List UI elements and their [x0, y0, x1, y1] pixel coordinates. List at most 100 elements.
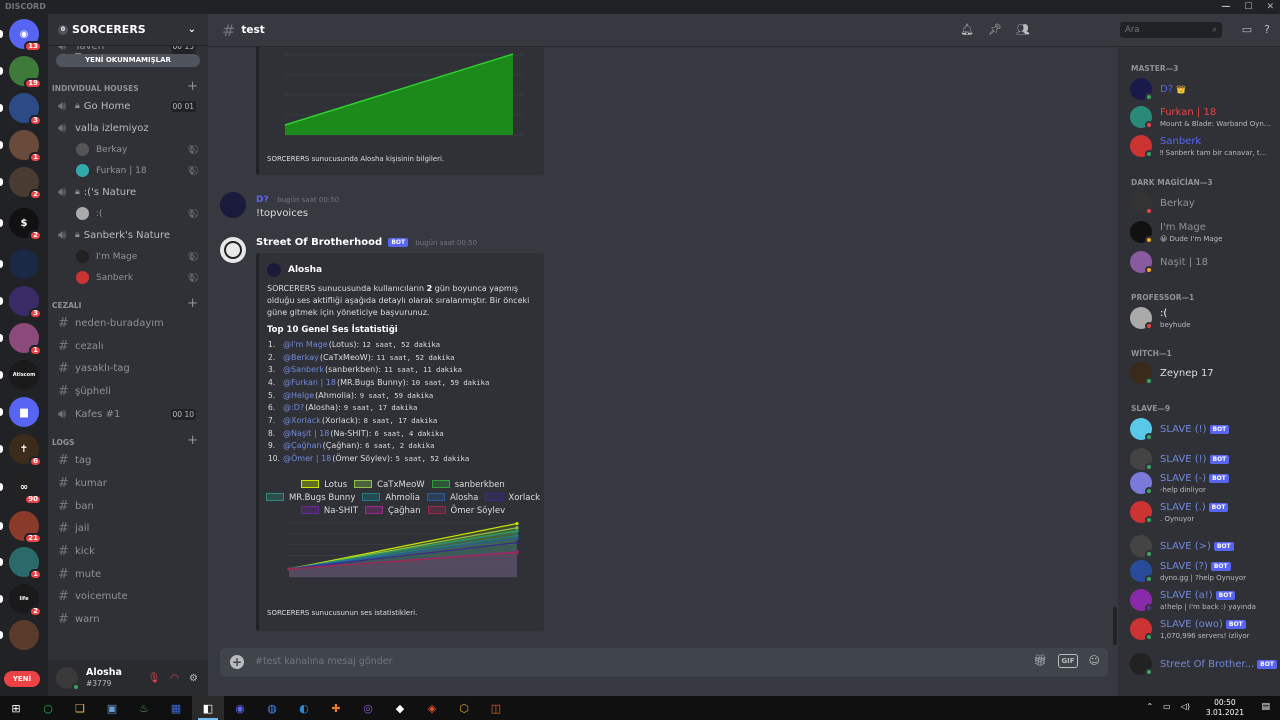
user-mention[interactable]: @Furkan | 18	[283, 378, 336, 387]
text-channel[interactable]: # warn	[48, 608, 208, 631]
member-item[interactable]: SLAVE (?) BOT dyno.gg | ?help Oynuyor	[1130, 557, 1280, 585]
server-icon[interactable]: 3	[9, 286, 42, 319]
server-icon[interactable]: Atiscom	[9, 360, 39, 390]
search-input[interactable]: Ara ⌕	[1120, 22, 1222, 38]
add-channel-icon[interactable]: +	[187, 296, 198, 311]
voice-channel[interactable]: 🔊︎ 🔒︎ Go Home 00 01	[48, 95, 208, 117]
settings-gear-icon[interactable]: ⚙	[189, 673, 198, 684]
add-channel-icon[interactable]: +	[187, 79, 198, 94]
text-channel[interactable]: # yasaklı-tag	[48, 357, 208, 380]
inbox-icon[interactable]: ▭	[1242, 23, 1252, 36]
server-icon[interactable]: ◉ 13	[9, 19, 42, 52]
voice-user[interactable]: Berkay 🎙︎⃠	[48, 139, 208, 160]
deafen-icon[interactable]: ◠	[170, 673, 179, 684]
server-icon[interactable]: 3	[9, 93, 42, 126]
taskbar-app-icon[interactable]: ⊞	[0, 696, 32, 720]
member-item[interactable]: I'm Mage 😀 Dude I'm Mage	[1130, 218, 1280, 246]
taskbar-app-icon[interactable]: ◎	[352, 696, 384, 720]
text-channel[interactable]: 🔊︎ Kafes #1 00 10	[48, 403, 208, 426]
legend-item[interactable]: Ömer Söylev	[427, 505, 505, 516]
legend-item[interactable]: Xorlack	[485, 492, 540, 503]
user-mention[interactable]: @Çağhan	[283, 441, 322, 450]
voice-user[interactable]: Furkan | 18 🎙︎⃠	[48, 160, 208, 181]
category-individual-houses[interactable]: INDIVIDUAL HOUSES +	[48, 79, 208, 95]
member-item[interactable]: Naşit | 18	[1130, 248, 1280, 276]
server-icon[interactable]: 1	[9, 130, 42, 163]
add-channel-icon[interactable]: +	[187, 433, 198, 448]
server-icon[interactable]: 1	[9, 323, 42, 356]
server-icon[interactable]: 21	[9, 511, 42, 544]
legend-item[interactable]: Alosha	[426, 492, 478, 503]
avatar[interactable]	[220, 192, 246, 218]
user-mention[interactable]: @Berkay	[283, 353, 319, 362]
category-logs[interactable]: LOGS +	[48, 433, 208, 449]
user-mention[interactable]: @Naşit | 18	[283, 429, 329, 438]
server-icon[interactable]: $2	[9, 208, 42, 241]
member-item[interactable]: Berkay	[1130, 189, 1280, 217]
taskbar-app-icon[interactable]: ▣	[96, 696, 128, 720]
chevron-down-icon[interactable]: ⌄	[188, 24, 196, 35]
server-icon[interactable]: 1	[9, 547, 42, 580]
text-channel[interactable]: # ban	[48, 495, 208, 518]
server-icon[interactable]: 2	[9, 167, 42, 200]
network-icon[interactable]: ▭	[1163, 702, 1171, 711]
text-channel[interactable]: # tag	[48, 449, 208, 472]
text-channel[interactable]: # jail	[48, 518, 208, 541]
text-channel[interactable]: # şüpheli	[48, 380, 208, 403]
message-author[interactable]: D?	[256, 195, 269, 205]
emoji-icon[interactable]: ☺	[1089, 654, 1100, 668]
server-icon[interactable]	[9, 620, 39, 650]
new-unreads-banner[interactable]: YENİ OKUNMAMIŞLAR	[56, 54, 200, 67]
voice-user[interactable]: :(🎙︎⃠	[48, 203, 208, 224]
server-icon[interactable]: ✝ 6	[9, 434, 42, 467]
member-item[interactable]: D? 👑	[1130, 75, 1280, 103]
message-author[interactable]: Street Of Brotherhood	[256, 237, 382, 248]
close-icon[interactable]: ✕	[1266, 0, 1274, 14]
taskbar-app-icon[interactable]: ○	[32, 696, 64, 720]
avatar[interactable]	[56, 667, 80, 691]
server-icon[interactable]: ▆	[9, 397, 39, 427]
text-channel[interactable]: # neden-buradayım	[48, 312, 208, 335]
legend-item[interactable]: Na-SHIT	[300, 505, 358, 516]
chevron-up-icon[interactable]: ⌃	[1146, 702, 1153, 711]
server-icon[interactable]: life 2	[9, 584, 42, 617]
scrollbar[interactable]	[1113, 607, 1117, 645]
notification-icon[interactable]: ▤	[1261, 702, 1270, 712]
mute-mic-icon[interactable]: 🎙︎	[148, 673, 161, 684]
user-mention[interactable]: @Xorlack	[283, 416, 321, 425]
taskbar-app-icon[interactable]: ❑	[64, 696, 96, 720]
server-icon[interactable]: ∞ 90	[9, 472, 42, 505]
text-channel[interactable]: # voicemute	[48, 586, 208, 609]
maximize-icon[interactable]: ☐	[1244, 0, 1252, 14]
text-channel[interactable]: # kumar	[48, 472, 208, 495]
member-item[interactable]: Zeynep 17	[1130, 359, 1280, 387]
legend-item[interactable]: Ahmolia	[362, 492, 420, 503]
taskbar-app-icon[interactable]: ◉	[224, 696, 256, 720]
gift-icon[interactable]: 🎁︎	[1033, 654, 1047, 668]
taskbar-app-icon[interactable]: ◆	[384, 696, 416, 720]
legend-item[interactable]: MR.Bugs Bunny	[265, 492, 355, 503]
upload-plus-icon[interactable]: +	[230, 655, 244, 669]
taskbar-app-icon[interactable]: ♨	[128, 696, 160, 720]
server-header[interactable]: 0 SORCERERS ⌄	[48, 14, 208, 46]
server-icon[interactable]	[9, 249, 39, 279]
member-item[interactable]: SLAVE (-) BOT -help dinliyor	[1130, 469, 1280, 497]
voice-channel[interactable]: 🔊︎ valla izlemiyoz	[48, 117, 208, 139]
member-item[interactable]: SLAVE (a!) BOT a!help | I'm back :) yayınd…	[1130, 586, 1280, 614]
user-mention[interactable]: @I'm Mage	[283, 340, 328, 349]
user-mention[interactable]: @Helge	[283, 391, 314, 400]
member-item[interactable]: SLAVE (!) BOT	[1130, 415, 1280, 443]
embed-author-name[interactable]: Alosha	[288, 265, 322, 275]
member-item[interactable]: Furkan | 18 Mount & Blade: Warband Oyn...	[1130, 103, 1280, 131]
new-badge[interactable]: YENİ	[4, 671, 40, 687]
voice-channel[interactable]: 🔊︎ 🔒︎:('s Nature	[48, 181, 208, 203]
text-channel[interactable]: # kick	[48, 540, 208, 563]
taskbar-app-icon[interactable]: ⬡	[448, 696, 480, 720]
voice-user[interactable]: I'm Mage 🎙︎⃠	[48, 246, 208, 267]
user-mention[interactable]: @Sanberk	[283, 365, 324, 374]
member-item[interactable]: SLAVE (owo) BOT 1,070,996 servers! izliyor	[1130, 615, 1280, 643]
taskbar-app-icon[interactable]: ▦	[160, 696, 192, 720]
taskbar-app-icon[interactable]: ◧	[192, 696, 224, 720]
text-channel[interactable]: # cezalı	[48, 335, 208, 358]
user-mention[interactable]: @Ömer | 18	[283, 454, 331, 463]
